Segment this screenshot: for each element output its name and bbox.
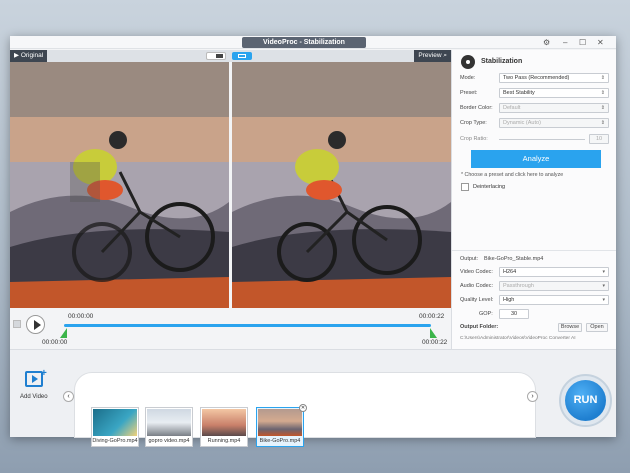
- thumbnail-image: [258, 409, 302, 436]
- preset-label: Preset:: [460, 90, 478, 96]
- quality-level-label: Quality Level:: [460, 297, 494, 303]
- original-tab[interactable]: ▶ Original: [10, 50, 48, 62]
- browse-button[interactable]: Browse: [558, 323, 582, 332]
- chevron-updown-icon: ⇕: [600, 105, 605, 111]
- preview-tab[interactable]: Preview ⌕: [414, 50, 451, 62]
- chevron-updown-icon: ⇕: [600, 120, 605, 126]
- analyze-button[interactable]: Analyze: [471, 150, 601, 168]
- media-item-name: Running.mp4: [207, 438, 241, 444]
- settings-gear-icon[interactable]: ⚙: [543, 37, 550, 48]
- original-label: Original: [20, 52, 44, 59]
- chevron-down-icon: ▾: [602, 297, 605, 303]
- settings-panel: Stabilization Mode: Two Pass (Recommende…: [451, 50, 616, 349]
- maximize-icon[interactable]: ☐: [579, 37, 586, 48]
- border-color-value: Default: [503, 105, 521, 111]
- chevron-down-icon: ▾: [602, 283, 605, 289]
- split-view-toggle[interactable]: [206, 52, 226, 60]
- add-video-label: Add Video: [20, 394, 48, 400]
- media-item-name: gopro video.mp4: [148, 438, 190, 444]
- close-icon[interactable]: ✕: [597, 37, 604, 48]
- crop-ratio-value[interactable]: 10: [589, 134, 609, 144]
- open-button[interactable]: Open: [586, 323, 608, 332]
- time-start-label: 00:00:00: [68, 313, 94, 320]
- media-bar: + Add Video ‹ › Diving-GoPro.mp4 gopro v…: [10, 349, 616, 447]
- gop-label: GOP:: [479, 311, 493, 317]
- media-item-selected[interactable]: Bike-GoPro.mp4 ✕: [256, 404, 307, 447]
- media-item[interactable]: gopro video.mp4: [145, 407, 193, 447]
- preset-select[interactable]: Best Stability ⇕: [499, 88, 609, 98]
- chevron-left-icon[interactable]: ‹: [63, 391, 74, 402]
- play-icon: [34, 320, 41, 330]
- original-video-frame: [10, 62, 229, 308]
- chevron-updown-icon: ⇕: [600, 90, 605, 96]
- media-item[interactable]: Running.mp4: [200, 407, 248, 447]
- chevron-right-icon[interactable]: ›: [527, 391, 538, 402]
- trim-end-label: 00:00:22: [422, 339, 448, 346]
- snapshot-icon[interactable]: [13, 320, 21, 328]
- border-color-select[interactable]: Default ⇕: [499, 103, 609, 113]
- thumbnail-image: [147, 409, 191, 436]
- chevron-down-icon: ▾: [602, 269, 605, 275]
- crop-ratio-slider[interactable]: [499, 139, 585, 140]
- media-item[interactable]: Diving-GoPro.mp4: [91, 407, 139, 447]
- output-filename[interactable]: Bike-GoPro_Stable.mp4: [484, 254, 543, 265]
- thumbnail-image: [93, 409, 137, 436]
- remove-icon[interactable]: ✕: [299, 404, 307, 412]
- progress-track[interactable]: [64, 324, 431, 327]
- audio-codec-label: Audio Codec:: [460, 283, 494, 289]
- video-codec-label: Video Codec:: [460, 269, 493, 275]
- title-bar: VideoProc - Stabilization ⚙ – ☐ ✕: [10, 36, 616, 49]
- section-divider: [452, 250, 616, 251]
- preview-label: Preview: [418, 52, 442, 59]
- film-reel-icon: [461, 55, 475, 69]
- mode-select[interactable]: Two Pass (Recommended) ⇕: [499, 73, 609, 83]
- deinterlacing-checkbox[interactable]: [461, 183, 469, 191]
- stabilization-heading: Stabilization: [481, 58, 523, 65]
- gop-input[interactable]: 30: [499, 309, 529, 319]
- quality-level-value: High: [503, 297, 515, 303]
- play-button[interactable]: [26, 315, 45, 334]
- minimize-icon[interactable]: –: [563, 37, 567, 48]
- magnifier-icon: ⌕: [443, 52, 447, 59]
- output-label: Output:: [460, 256, 479, 262]
- time-end-label: 00:00:22: [419, 313, 445, 320]
- audio-codec-value: Passthrough: [503, 283, 534, 289]
- output-folder-path: C:\Users\Administrator\Videos\VideoProc …: [460, 336, 576, 341]
- crop-type-value: Dynamic (Auto): [503, 120, 541, 126]
- deinterlacing-label: Deinterlacing: [473, 184, 506, 190]
- preview-header: ▶ Original Preview ⌕: [10, 50, 451, 62]
- analyze-hint: * Choose a preset and click here to anal…: [461, 172, 564, 178]
- media-item-name: Bike-GoPro.mp4: [259, 438, 301, 444]
- run-button-ring: RUN: [559, 374, 612, 427]
- run-button[interactable]: RUN: [565, 380, 606, 421]
- video-codec-select[interactable]: H264 ▾: [499, 267, 609, 277]
- mode-label: Mode:: [460, 75, 476, 81]
- chevron-updown-icon: ⇕: [600, 75, 605, 81]
- crop-ratio-label: Crop Ratio:: [460, 136, 488, 142]
- trim-end-marker[interactable]: [430, 328, 437, 338]
- window-title: VideoProc - Stabilization: [242, 37, 366, 48]
- border-color-label: Border Color:: [460, 105, 493, 111]
- media-item-name: Diving-GoPro.mp4: [92, 438, 138, 444]
- crop-type-label: Crop Type:: [460, 120, 487, 126]
- trim-start-label: 00:00:00: [42, 339, 68, 346]
- output-folder-label: Output Folder:: [460, 324, 499, 330]
- side-by-side-toggle[interactable]: [232, 52, 252, 60]
- mode-value: Two Pass (Recommended): [503, 75, 570, 81]
- preset-value: Best Stability: [503, 90, 535, 96]
- add-video-button[interactable]: +: [23, 368, 49, 391]
- app-window: VideoProc - Stabilization ⚙ – ☐ ✕ ▶ Orig…: [10, 36, 616, 447]
- quality-level-select[interactable]: High ▾: [499, 295, 609, 305]
- thumbnail-image: [202, 409, 246, 436]
- trim-start-marker[interactable]: [60, 328, 67, 338]
- stabilized-video-frame: [232, 62, 451, 308]
- video-codec-value: H264: [503, 269, 517, 275]
- timeline: 00:00:00 00:00:22 00:00:00 00:00:22: [10, 308, 451, 348]
- crop-type-select[interactable]: Dynamic (Auto) ⇕: [499, 118, 609, 128]
- audio-codec-select[interactable]: Passthrough ▾: [499, 281, 609, 291]
